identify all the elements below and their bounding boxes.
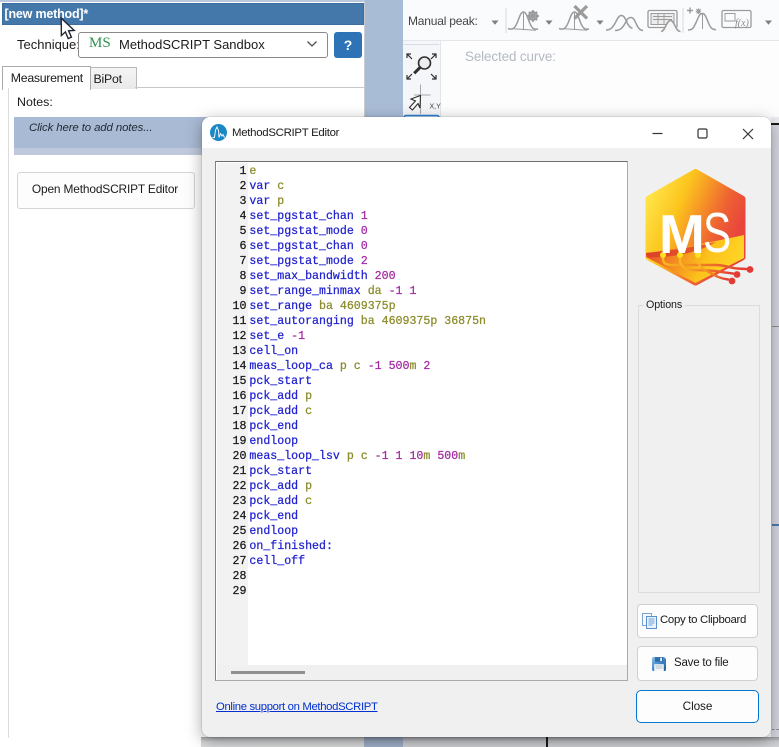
svg-text:S: S: [703, 201, 731, 265]
svg-text:M: M: [659, 203, 705, 265]
svg-text:X,Y: X,Y: [430, 104, 442, 111]
svg-text:f(x): f(x): [735, 18, 750, 29]
